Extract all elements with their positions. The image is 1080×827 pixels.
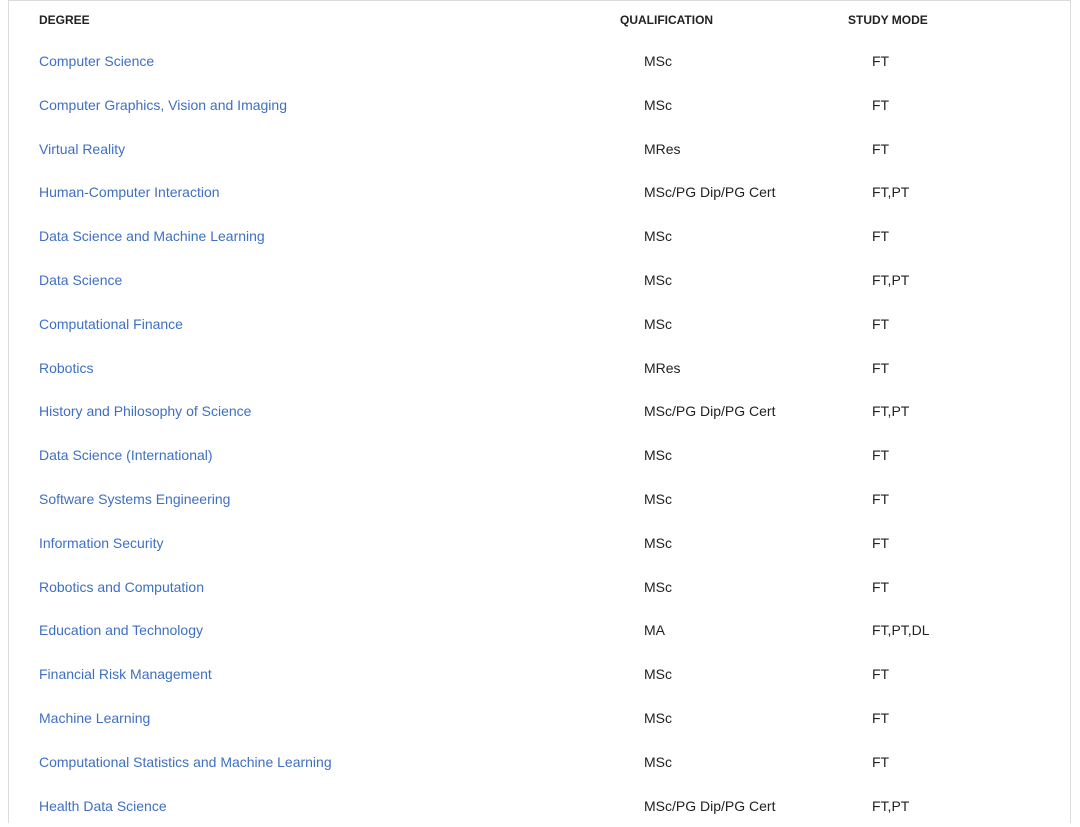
degree-link[interactable]: Data Science (International) [39, 447, 213, 463]
table-row: Virtual Reality MRes FT [9, 127, 1070, 171]
table-row: Robotics MRes FT [9, 346, 1070, 390]
degree-link[interactable]: Robotics [39, 360, 93, 376]
study-mode-cell: FT,PT [872, 271, 910, 288]
study-mode-cell: FT [872, 53, 890, 69]
study-mode-cell: FT [872, 578, 890, 595]
header-degree: DEGREE [39, 13, 90, 27]
table-row: Data Science (International) MSc FT [9, 433, 1070, 477]
header-study-mode: STUDY MODE [848, 13, 928, 27]
qualification-cell: MSc [644, 490, 672, 507]
table-row: Machine Learning MSc FT [9, 696, 1070, 740]
study-mode-cell: FT,PT [872, 184, 910, 201]
table-row: Computational Finance MSc FT [9, 302, 1070, 346]
qualification-cell: MRes [644, 359, 681, 376]
table-row: Robotics and Computation MSc FT [9, 565, 1070, 609]
degree-link[interactable]: Health Data Science [39, 798, 167, 814]
degree-link[interactable]: Data Science and Machine Learning [39, 228, 265, 244]
study-mode-cell: FT,PT [872, 403, 910, 420]
qualification-cell: MSc/PG Dip/PG Cert [644, 797, 776, 814]
table-row: Computer Graphics, Vision and Imaging MSc… [9, 83, 1070, 127]
table-row: Computational Statistics and Machine Lea… [9, 740, 1070, 784]
qualification-cell: MSc [644, 228, 672, 245]
qualification-cell: MSc [644, 578, 672, 595]
qualification-cell: MSc [644, 315, 672, 332]
qualification-cell: MSc [644, 666, 672, 683]
table-row: History and Philosophy of Science MSc/PG … [9, 389, 1070, 433]
study-mode-cell: FT [872, 228, 890, 245]
table-body: Computer Science MSc FT Computer Graphics, … [9, 39, 1070, 827]
degree-link[interactable]: Human-Computer Interaction [39, 184, 220, 200]
degree-link[interactable]: Software Systems Engineering [39, 491, 230, 507]
qualification-cell: MA [644, 622, 665, 639]
degree-link[interactable]: Machine Learning [39, 710, 150, 726]
qualification-cell: MRes [644, 140, 681, 157]
qualification-cell: MSc [644, 753, 672, 770]
study-mode-cell: FT [872, 753, 890, 770]
qualification-cell: MSc/PG Dip/PG Cert [644, 184, 776, 201]
qualification-cell: MSc [644, 96, 672, 113]
table-row: Financial Risk Management MSc FT [9, 652, 1070, 696]
qualification-cell: MSc [644, 709, 672, 726]
qualification-cell: MSc [644, 53, 672, 69]
table-header: DEGREE QUALIFICATION STUDY MODE [9, 13, 1070, 33]
qualification-cell: MSc [644, 271, 672, 288]
degree-link[interactable]: Robotics and Computation [39, 579, 204, 595]
degree-link[interactable]: Computational Statistics and Machine Lea… [39, 754, 332, 770]
qualification-cell: MSc/PG Dip/PG Cert [644, 403, 776, 420]
study-mode-cell: FT [872, 534, 890, 551]
table-row: Computer Science MSc FT [9, 39, 1070, 83]
table-row: Software Systems Engineering MSc FT [9, 477, 1070, 521]
study-mode-cell: FT [872, 709, 890, 726]
header-qualification: QUALIFICATION [620, 13, 714, 27]
table-row: Information Security MSc FT [9, 521, 1070, 565]
study-mode-cell: FT [872, 315, 890, 332]
table-row: Data Science MSc FT,PT [9, 258, 1070, 302]
degree-link[interactable]: History and Philosophy of Science [39, 403, 251, 419]
table-row: Education and Technology MA FT,PT,DL [9, 608, 1070, 652]
study-mode-cell: FT [872, 666, 890, 683]
degree-link[interactable]: Financial Risk Management [39, 666, 212, 682]
degree-link[interactable]: Information Security [39, 535, 164, 551]
study-mode-cell: FT,PT [872, 797, 910, 814]
table-row: Data Science and Machine Learning MSc FT [9, 214, 1070, 258]
qualification-cell: MSc [644, 534, 672, 551]
qualification-cell: MSc [644, 447, 672, 464]
degree-link[interactable]: Data Science [39, 272, 122, 288]
degree-table: DEGREE QUALIFICATION STUDY MODE Computer… [8, 0, 1071, 823]
study-mode-cell: FT [872, 447, 890, 464]
table-row: Human-Computer Interaction MSc/PG Dip/PG … [9, 170, 1070, 214]
degree-link[interactable]: Computer Graphics, Vision and Imaging [39, 97, 287, 113]
study-mode-cell: FT [872, 359, 890, 376]
study-mode-cell: FT [872, 140, 890, 157]
study-mode-cell: FT,PT,DL [872, 622, 930, 639]
degree-link[interactable]: Education and Technology [39, 622, 203, 638]
degree-link[interactable]: Computer Science [39, 53, 154, 69]
study-mode-cell: FT [872, 490, 890, 507]
table-row: Health Data Science MSc/PG Dip/PG Cert FT,… [9, 784, 1070, 827]
study-mode-cell: FT [872, 96, 890, 113]
degree-link[interactable]: Computational Finance [39, 316, 183, 332]
degree-link[interactable]: Virtual Reality [39, 141, 125, 157]
